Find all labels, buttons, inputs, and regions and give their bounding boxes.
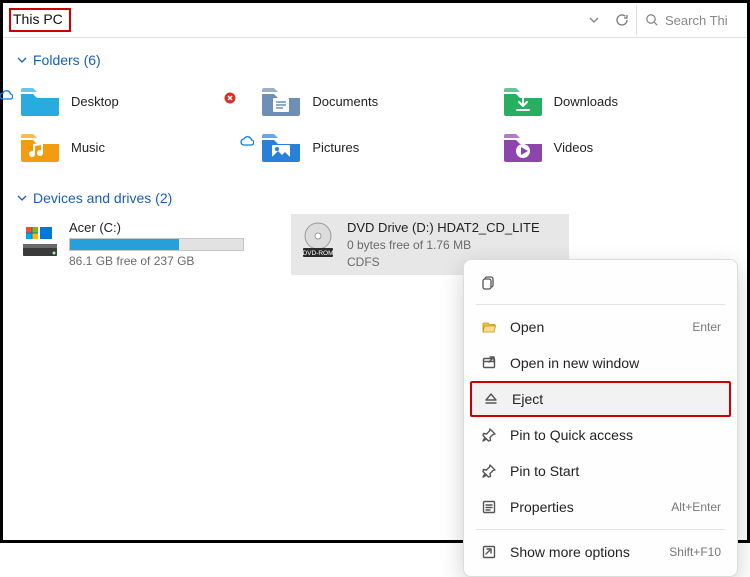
context-menu-quickactions bbox=[470, 266, 731, 300]
menu-item-label: Pin to Start bbox=[510, 463, 579, 479]
breadcrumb[interactable]: This PC bbox=[9, 8, 580, 32]
folder-icon bbox=[19, 84, 61, 118]
folders-section-header[interactable]: Folders (6) bbox=[3, 38, 747, 72]
menu-item-label: Open in new window bbox=[510, 355, 639, 371]
drive-icon bbox=[19, 220, 61, 262]
menu-item-label: Pin to Quick access bbox=[510, 427, 633, 443]
folder-item-desktop[interactable]: Desktop bbox=[13, 78, 254, 124]
storage-bar bbox=[69, 238, 244, 251]
drive-icon: DVD-ROM bbox=[297, 220, 339, 262]
folder-label: Downloads bbox=[554, 94, 618, 109]
menu-item-label: Properties bbox=[510, 499, 574, 515]
address-bar: This PC Search Thi bbox=[3, 3, 747, 38]
eject-icon bbox=[482, 390, 500, 408]
more-icon bbox=[480, 543, 498, 561]
menu-item-pin-start[interactable]: Pin to Start bbox=[470, 453, 731, 489]
folder-label: Pictures bbox=[312, 140, 359, 155]
pin-icon bbox=[480, 426, 498, 444]
folder-icon bbox=[260, 84, 302, 118]
refresh-icon[interactable] bbox=[608, 6, 636, 34]
menu-item-shortcut: Shift+F10 bbox=[669, 545, 721, 559]
search-icon bbox=[645, 13, 659, 27]
folder-label: Documents bbox=[312, 94, 378, 109]
menu-item-label: Show more options bbox=[510, 544, 630, 560]
drive-item[interactable]: Acer (C:) 86.1 GB free of 237 GB bbox=[13, 214, 291, 275]
drives-section-header[interactable]: Devices and drives (2) bbox=[3, 176, 747, 210]
chevron-down-icon bbox=[17, 55, 27, 65]
menu-item-shortcut: Alt+Enter bbox=[671, 500, 721, 514]
folder-open-icon bbox=[480, 318, 498, 336]
separator bbox=[476, 529, 725, 530]
menu-item-properties[interactable]: Properties Alt+Enter bbox=[470, 489, 731, 525]
search-box[interactable]: Search Thi bbox=[636, 5, 741, 35]
folder-icon bbox=[502, 130, 544, 164]
context-menu: Open Enter Open in new window Eject Pin to Q… bbox=[463, 259, 738, 577]
error-icon bbox=[224, 92, 236, 104]
copy-icon[interactable] bbox=[480, 274, 498, 292]
properties-icon bbox=[480, 498, 498, 516]
folder-item-videos[interactable]: Videos bbox=[496, 124, 737, 170]
menu-item-open-window[interactable]: Open in new window bbox=[470, 345, 731, 381]
drive-name: Acer (C:) bbox=[69, 220, 244, 235]
separator bbox=[476, 304, 725, 305]
cloud-icon bbox=[240, 136, 254, 146]
search-placeholder: Search Thi bbox=[665, 13, 728, 28]
folder-item-pictures[interactable]: Pictures bbox=[254, 124, 495, 170]
folder-label: Videos bbox=[554, 140, 594, 155]
drive-name: DVD Drive (D:) HDAT2_CD_LITE bbox=[347, 220, 540, 235]
chevron-down-icon[interactable] bbox=[580, 6, 608, 34]
folder-icon bbox=[260, 130, 302, 164]
page-title: This PC bbox=[9, 8, 71, 32]
storage-text: 86.1 GB free of 237 GB bbox=[69, 254, 244, 268]
folder-label: Music bbox=[71, 140, 105, 155]
chevron-down-icon bbox=[17, 193, 27, 203]
folders-grid: Desktop Documents Downloads Music Pictures Vi… bbox=[3, 72, 747, 176]
menu-item-label: Eject bbox=[512, 391, 543, 407]
folder-item-documents[interactable]: Documents bbox=[254, 78, 495, 124]
svg-text:DVD-ROM: DVD-ROM bbox=[302, 250, 333, 257]
folder-icon bbox=[502, 84, 544, 118]
menu-item-shortcut: Enter bbox=[692, 320, 721, 334]
menu-item-more[interactable]: Show more options Shift+F10 bbox=[470, 534, 731, 570]
menu-item-pin-qa[interactable]: Pin to Quick access bbox=[470, 417, 731, 453]
pin-icon bbox=[480, 462, 498, 480]
folder-item-music[interactable]: Music bbox=[13, 124, 254, 170]
storage-text: 0 bytes free of 1.76 MB bbox=[347, 238, 540, 252]
menu-item-open[interactable]: Open Enter bbox=[470, 309, 731, 345]
window-new-icon bbox=[480, 354, 498, 372]
folder-item-downloads[interactable]: Downloads bbox=[496, 78, 737, 124]
folder-label: Desktop bbox=[71, 94, 119, 109]
menu-item-eject[interactable]: Eject bbox=[470, 381, 731, 417]
cloud-icon bbox=[0, 90, 13, 100]
folder-icon bbox=[19, 130, 61, 164]
menu-item-label: Open bbox=[510, 319, 544, 335]
